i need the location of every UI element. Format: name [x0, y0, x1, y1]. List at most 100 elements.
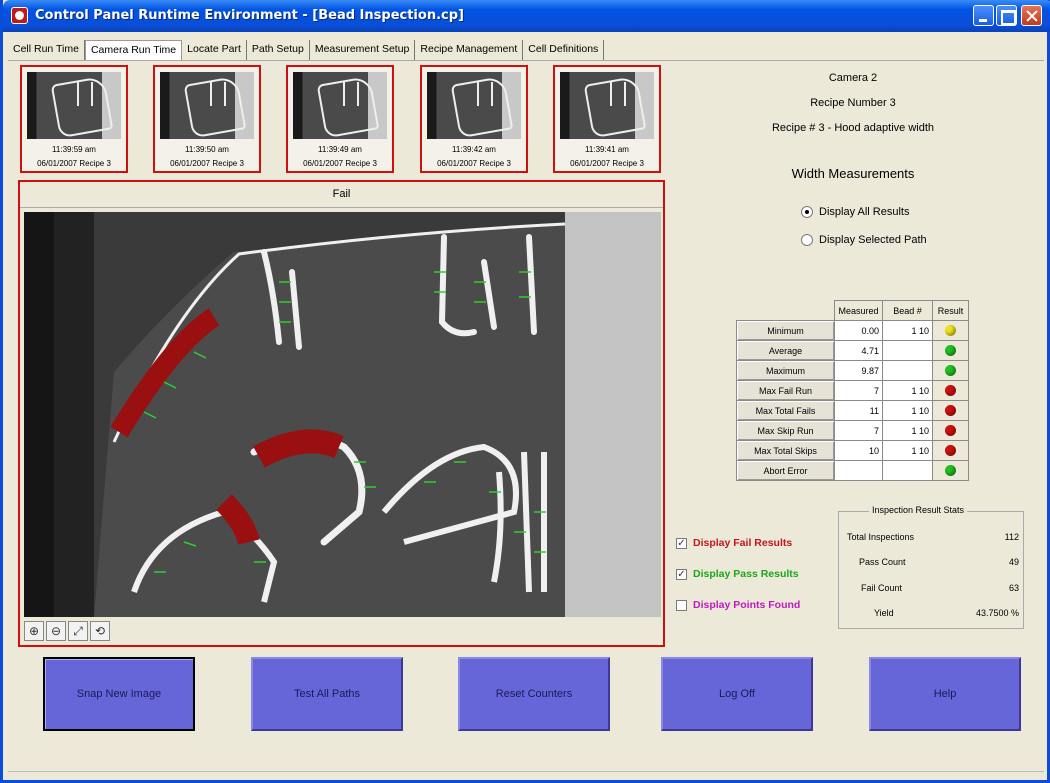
checkbox-display-pass[interactable]: ✓ Display Pass Results	[676, 568, 799, 580]
inspection-image[interactable]	[24, 212, 565, 617]
zoom-out-icon[interactable]: ⊖	[46, 621, 66, 641]
checkbox-checked-icon[interactable]: ✓	[676, 568, 687, 580]
row-label-button[interactable]: Max Fail Run	[736, 380, 835, 401]
maximize-button[interactable]	[996, 5, 1017, 26]
tab-path-setup[interactable]: Path Setup	[247, 40, 310, 60]
thumbnail-time: 11:39:41 am	[585, 145, 629, 154]
red-status-icon	[945, 405, 956, 417]
checkbox-display-fail[interactable]: ✓ Display Fail Results	[676, 537, 792, 549]
row-label-button[interactable]: Max Skip Run	[736, 420, 835, 441]
thumbnail-image	[27, 72, 121, 139]
measured-value: 4.71	[834, 340, 883, 361]
checkbox-checked-icon[interactable]: ✓	[676, 537, 687, 549]
radio-display-selected[interactable]: Display Selected Path	[801, 234, 927, 246]
measured-value: 7	[834, 420, 883, 441]
tab-cell-run-time[interactable]: Cell Run Time	[8, 40, 85, 60]
test-all-paths-button[interactable]: Test All Paths	[251, 657, 403, 731]
tab-bar: Cell Run Time Camera Run Time Locate Par…	[8, 40, 605, 60]
table-row: Average 4.71	[736, 340, 969, 361]
zoom-fit-icon[interactable]: ⤢	[68, 621, 88, 641]
section-title: Width Measurements	[791, 166, 915, 181]
checkbox-unchecked-icon[interactable]	[676, 599, 687, 611]
bead-number	[882, 360, 933, 381]
bead-number: 1 10	[882, 420, 933, 441]
tab-cell-definitions[interactable]: Cell Definitions	[523, 40, 605, 60]
help-button[interactable]: Help	[869, 657, 1021, 731]
measured-value: 0.00	[834, 320, 883, 341]
table-row: Max Skip Run 7 1 10	[736, 420, 969, 441]
history-thumbnail[interactable]: 11:39:49 am 06/01/2007 Recipe 3	[286, 65, 394, 173]
checkbox-points-label: Display Points Found	[693, 599, 801, 611]
thumbnail-time: 11:39:50 am	[185, 145, 229, 154]
green-status-icon	[945, 345, 956, 357]
table-row: Max Fail Run 7 1 10	[736, 380, 969, 401]
measured-value: 10	[834, 440, 883, 461]
close-button[interactable]	[1021, 5, 1042, 26]
history-thumbnail[interactable]: 11:39:42 am 06/01/2007 Recipe 3	[420, 65, 528, 173]
column-header: Result	[932, 300, 969, 321]
tab-recipe-management[interactable]: Recipe Management	[415, 40, 524, 60]
history-thumbnail[interactable]: 11:39:41 am 06/01/2007 Recipe 3	[553, 65, 661, 173]
stat-value: 112	[1004, 532, 1019, 542]
inspection-stats-group: Inspection Result Stats Total Inspection…	[838, 505, 1024, 629]
thumbnail-caption: 06/01/2007 Recipe 3	[170, 159, 244, 168]
checkbox-fail-label: Display Fail Results	[693, 537, 793, 549]
snap-new-image-button[interactable]: Snap New Image	[43, 657, 195, 731]
radio-off-icon[interactable]	[801, 234, 813, 246]
tab-divider	[8, 60, 1044, 61]
log-off-button[interactable]: Log Off	[661, 657, 813, 731]
row-label-button[interactable]: Maximum	[736, 360, 835, 381]
app-window: Control Panel Runtime Environment - [Bea…	[0, 0, 1050, 783]
bead-number: 1 10	[882, 380, 933, 401]
inspection-status: Fail	[20, 182, 663, 208]
radio-on-icon[interactable]	[801, 206, 813, 218]
tab-locate-part[interactable]: Locate Part	[182, 40, 247, 60]
minimize-button[interactable]	[973, 5, 994, 26]
app-icon	[11, 7, 28, 24]
yellow-status-icon	[945, 325, 956, 337]
column-header: Bead #	[882, 300, 933, 321]
recipe-name: Recipe # 3 - Hood adaptive width	[771, 122, 935, 134]
thumbnail-caption: 06/01/2007 Recipe 3	[570, 159, 644, 168]
zoom-reset-icon[interactable]: ⟲	[90, 621, 110, 641]
measured-value: 11	[834, 400, 883, 421]
stat-value: 63	[1008, 583, 1019, 593]
measured-value: 7	[834, 380, 883, 401]
table-row: Max Total Fails 11 1 10	[736, 400, 969, 421]
stat-label: Total Inspections	[847, 532, 915, 542]
tab-measurement-setup[interactable]: Measurement Setup	[310, 40, 416, 60]
checkbox-display-points[interactable]: Display Points Found	[676, 599, 800, 611]
reset-counters-button[interactable]: Reset Counters	[458, 657, 610, 731]
red-status-icon	[945, 445, 956, 457]
title-bar: Control Panel Runtime Environment - [Bea…	[3, 0, 1050, 32]
table-row: Abort Error	[736, 460, 969, 481]
camera-label: Camera 2	[828, 72, 878, 84]
image-margin	[565, 212, 661, 617]
radio-display-all[interactable]: Display All Results	[801, 206, 909, 218]
row-label-button[interactable]: Max Total Skips	[736, 440, 835, 461]
zoom-in-icon[interactable]: ⊕	[24, 621, 44, 641]
row-label-button[interactable]: Max Total Fails	[736, 400, 835, 421]
history-thumbnail[interactable]: 11:39:50 am 06/01/2007 Recipe 3	[153, 65, 261, 173]
red-status-icon	[945, 385, 956, 397]
window-title: Control Panel Runtime Environment - [Bea…	[35, 8, 464, 23]
thumbnail-caption: 06/01/2007 Recipe 3	[437, 159, 511, 168]
tab-camera-run-time[interactable]: Camera Run Time	[84, 40, 183, 60]
table-row: Maximum 9.87	[736, 360, 969, 381]
history-thumbnail[interactable]: 11:39:59 am 06/01/2007 Recipe 3	[20, 65, 128, 173]
bead-number: 1 10	[882, 440, 933, 461]
thumbnail-image	[560, 72, 654, 139]
row-label-button[interactable]: Average	[736, 340, 835, 361]
radio-display-selected-label: Display Selected Path	[819, 234, 927, 246]
row-label-button[interactable]: Minimum	[736, 320, 835, 341]
measured-value	[834, 460, 883, 481]
status-divider	[8, 771, 1044, 772]
thumbnail-image	[293, 72, 387, 139]
green-status-icon	[945, 365, 956, 377]
thumbnail-time: 11:39:59 am	[52, 145, 96, 154]
green-status-icon	[945, 465, 956, 477]
recipe-number: Recipe Number 3	[810, 97, 896, 109]
bead-number: 1 10	[882, 320, 933, 341]
bead-number	[882, 460, 933, 481]
row-label-button[interactable]: Abort Error	[736, 460, 835, 481]
